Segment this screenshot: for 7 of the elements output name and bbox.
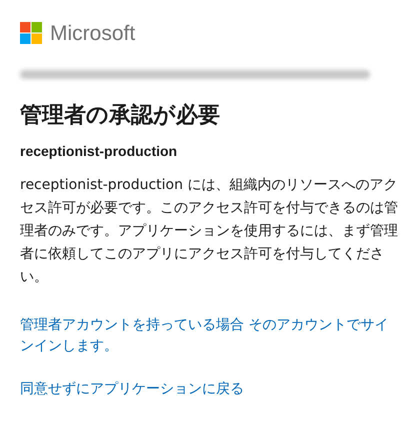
app-name: receptionist-production — [20, 142, 178, 161]
page-title: 管理者の承認が必要 — [20, 102, 221, 130]
text-link[interactable]: 同意せずにアプリケーションに戻る — [20, 379, 400, 400]
logo-icon — [20, 22, 42, 44]
message-text: receptionist-production には、組織内のリソースへのアクセス許可が必要です。このアクセス許可を付与できるのは管理者のみです。アプリケーションを使用するには、まず管理者に依頼してこのアプリにアクセス許可を付与してください。 — [20, 176, 399, 287]
text-link[interactable]: 管理者アカウントを持っている場合 そのアカウントでサインインします。 — [20, 315, 400, 357]
brand-name: Microsoft — [50, 22, 136, 44]
